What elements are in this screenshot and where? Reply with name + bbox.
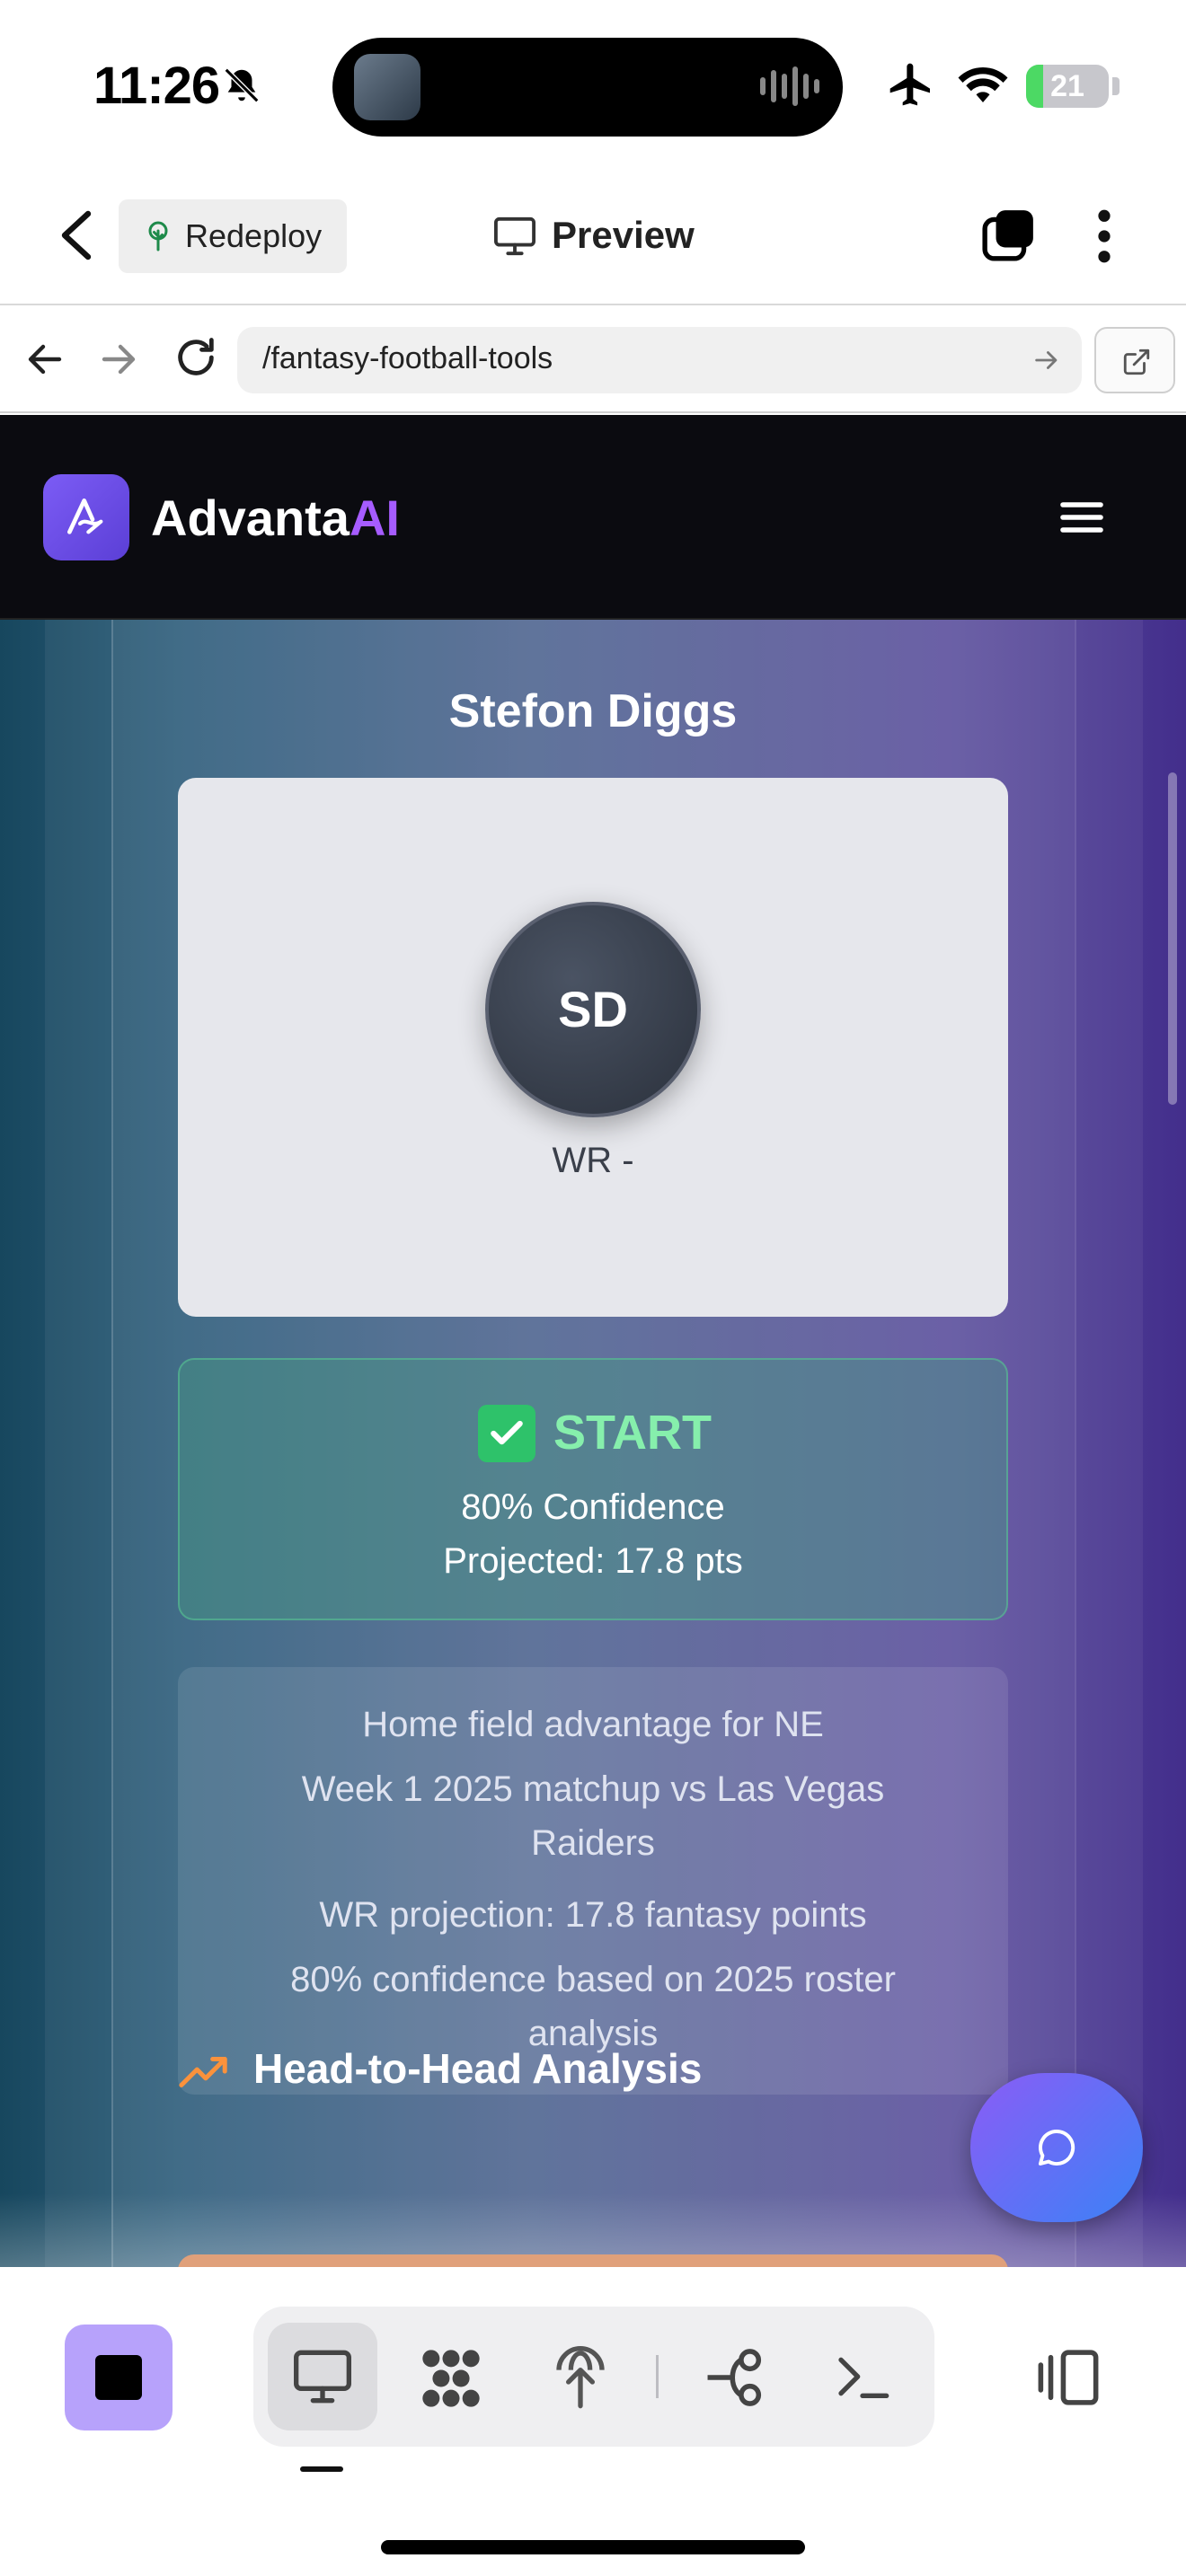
brand-logo[interactable] (43, 474, 129, 560)
reason-item: Week 1 2025 matchup vs Las Vegas Raiders (301, 1769, 885, 1863)
background-band-left (45, 620, 113, 2267)
check-mark-icon (478, 1405, 535, 1462)
airplane-mode-icon (890, 63, 930, 106)
head-to-head-card-top (178, 2254, 1008, 2267)
monitor-icon (494, 216, 535, 256)
external-link-icon (1123, 348, 1150, 375)
battery-level: 21 (1050, 69, 1084, 103)
url-text: /fantasy-football-tools (262, 341, 553, 375)
arrow-right-icon[interactable] (97, 338, 140, 381)
head-to-head-heading: Head-to-Head Analysis (253, 2045, 703, 2092)
more-vertical-icon[interactable] (1093, 208, 1116, 264)
web-viewport: AdvantaAI Stefon Diggs SD WR - START 80%… (0, 415, 1186, 2267)
player-position: WR - (552, 1141, 634, 1180)
tool-divider (656, 2355, 659, 2398)
stop-square-icon (95, 2355, 142, 2400)
chat-button[interactable] (970, 2073, 1143, 2222)
bell-muted-icon (224, 67, 260, 103)
tabs-icon[interactable] (981, 207, 1037, 262)
background-band-right (1075, 620, 1143, 2267)
active-tab-indicator (300, 2466, 343, 2472)
audio-waveform-icon (760, 66, 819, 106)
reload-icon[interactable] (173, 334, 219, 381)
preview-title[interactable]: Preview (552, 214, 695, 257)
brand-name[interactable]: AdvantaAI (151, 489, 400, 547)
device-layout-icon[interactable] (1033, 2346, 1103, 2409)
deploy-tree-icon (148, 221, 168, 251)
projected-points: Projected: 17.8 pts (443, 1541, 743, 1581)
status-time: 11:26 (93, 57, 220, 115)
trending-up-icon (179, 2057, 227, 2088)
home-indicator[interactable] (381, 2540, 805, 2554)
wifi-icon (958, 67, 1008, 102)
page-scrollbar[interactable] (1168, 772, 1177, 1105)
reason-item: WR projection: 17.8 fantasy points (319, 1895, 867, 1935)
hamburger-menu-icon[interactable] (1057, 492, 1107, 543)
now-playing-thumbnail[interactable] (354, 54, 420, 120)
open-external-button[interactable] (1094, 327, 1175, 393)
battery-indicator: 21 (1026, 65, 1109, 108)
deploy-icon[interactable] (552, 2341, 609, 2409)
arrow-left-icon[interactable] (23, 338, 66, 381)
player-name: Stefon Diggs (448, 685, 738, 737)
brand-name-accent: AI (349, 490, 400, 546)
terminal-icon[interactable] (834, 2348, 891, 2405)
player-initials: SD (558, 981, 628, 1037)
brand-name-main: Advanta (151, 490, 350, 546)
recommendation-verdict: START (553, 1406, 712, 1460)
go-arrow-icon[interactable] (1031, 345, 1062, 375)
logo-mark-icon (67, 498, 103, 534)
redeploy-label: Redeploy (185, 217, 323, 254)
battery-tip (1112, 77, 1120, 95)
reason-item: Home field advantage for NE (362, 1705, 824, 1744)
back-chevron-icon[interactable] (56, 208, 95, 262)
confidence-text: 80% Confidence (461, 1487, 725, 1527)
chat-bubble-icon (1039, 2129, 1075, 2166)
components-grid-icon[interactable] (417, 2344, 485, 2413)
git-branch-icon[interactable] (703, 2346, 767, 2409)
desktop-preview-icon (294, 2350, 351, 2404)
